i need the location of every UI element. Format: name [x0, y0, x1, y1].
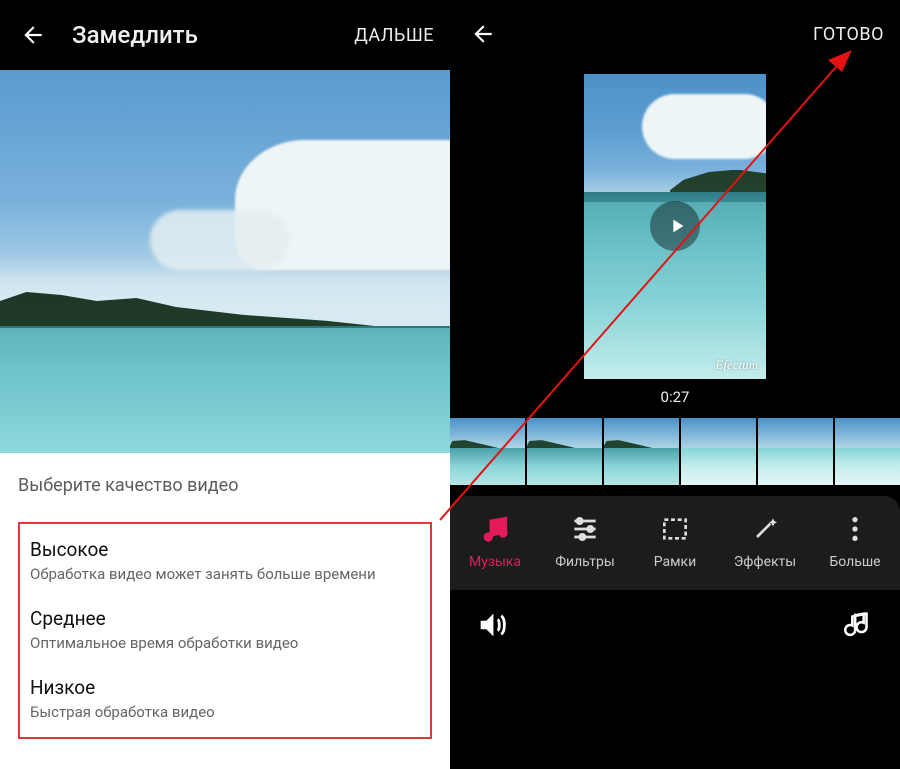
timeline-strip[interactable]	[450, 418, 900, 496]
toolbar-label: Больше	[829, 554, 880, 570]
timeline-thumb[interactable]	[758, 418, 833, 485]
toolbar-music[interactable]: Музыка	[453, 512, 537, 570]
toolbar-label: Фильтры	[555, 554, 615, 570]
next-button[interactable]: ДАЛЬШЕ	[354, 25, 434, 46]
wand-icon	[748, 512, 782, 546]
quality-option-sub: Быстрая обработка видео	[30, 703, 420, 721]
toolbar-filters[interactable]: Фильтры	[543, 512, 627, 570]
timeline-thumb[interactable]	[450, 418, 525, 485]
page-title: Замедлить	[72, 21, 354, 49]
quality-panel-title: Выберите качество видео	[18, 475, 432, 496]
quality-option-low[interactable]: Низкое Быстрая обработка видео	[20, 662, 430, 731]
quality-option-sub: Оптимальное время обработки видео	[30, 634, 420, 652]
video-preview-wrap: Efectum	[450, 68, 900, 384]
screen-quality: Замедлить ДАЛЬШЕ Выберите качество видео…	[0, 0, 450, 769]
quality-option-title: Среднее	[30, 607, 420, 630]
timeline-thumb[interactable]	[835, 418, 900, 485]
play-button[interactable]	[650, 201, 700, 251]
quality-option-medium[interactable]: Среднее Оптимальное время обработки виде…	[20, 593, 430, 662]
quality-options-box: Высокое Обработка видео может занять бол…	[18, 522, 432, 739]
back-arrow-icon[interactable]	[16, 18, 50, 52]
more-vertical-icon	[838, 512, 872, 546]
toolbar-label: Музыка	[469, 554, 521, 570]
quality-option-title: Низкое	[30, 676, 420, 699]
editor-toolbar: Музыка Фильтры Рамки	[450, 496, 900, 590]
music-note-icon[interactable]	[838, 605, 878, 645]
header-left: Замедлить ДАЛЬШЕ	[0, 0, 450, 70]
frame-icon	[658, 512, 692, 546]
done-button[interactable]: ГОТОВО	[813, 24, 884, 45]
timeline-thumb[interactable]	[604, 418, 679, 485]
quality-panel: Выберите качество видео Высокое Обработк…	[0, 453, 450, 769]
timeline-thumb[interactable]	[681, 418, 756, 485]
screen-editor: ГОТОВО Efectum 0:27	[450, 0, 900, 769]
toolbar-effects[interactable]: Эффекты	[723, 512, 807, 570]
sliders-icon	[568, 512, 602, 546]
toolbar-label: Эффекты	[734, 554, 796, 570]
timeline-thumb[interactable]	[527, 418, 602, 485]
music-icon	[478, 512, 512, 546]
video-preview-right[interactable]: Efectum	[584, 74, 766, 379]
back-arrow-icon[interactable]	[466, 17, 500, 51]
watermark: Efectum	[715, 357, 758, 373]
header-right: ГОТОВО	[450, 0, 900, 68]
video-preview-left[interactable]	[0, 70, 450, 453]
video-duration: 0:27	[450, 384, 900, 418]
toolbar-frames[interactable]: Рамки	[633, 512, 717, 570]
quality-option-sub: Обработка видео может занять больше врем…	[30, 565, 420, 583]
toolbar-label: Рамки	[654, 554, 696, 570]
quality-option-title: Высокое	[30, 538, 420, 561]
toolbar-more[interactable]: Больше	[813, 512, 897, 570]
bottom-bar	[450, 590, 900, 660]
volume-icon[interactable]	[472, 605, 512, 645]
quality-option-high[interactable]: Высокое Обработка видео может занять бол…	[20, 524, 430, 593]
